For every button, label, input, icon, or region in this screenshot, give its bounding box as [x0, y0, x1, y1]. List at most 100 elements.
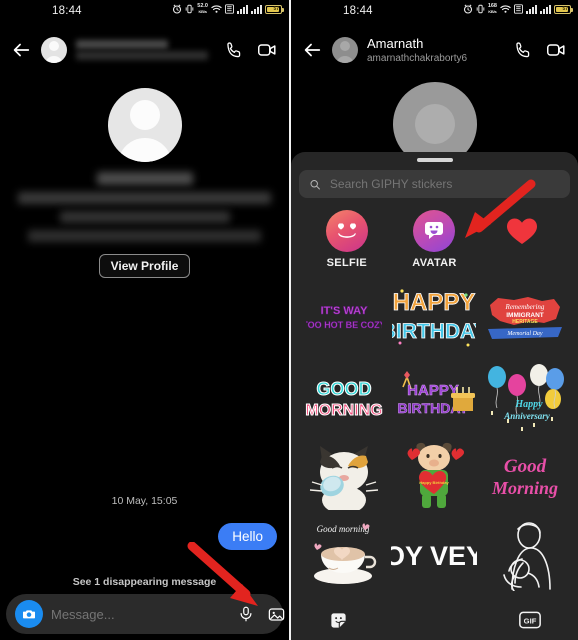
back-arrow-icon[interactable] [10, 39, 32, 61]
sticker-item[interactable] [480, 516, 570, 593]
chat-header: Amarnath amarnathchakraborty6 [291, 26, 578, 74]
message-row-outgoing: Hello [12, 523, 277, 550]
sticker-panel-tabs: GIF [291, 602, 578, 638]
heart-sticker-item[interactable] [478, 210, 566, 251]
signal-icon-1 [237, 4, 248, 14]
oy-vey-sticker: OY VEY [391, 541, 477, 571]
screenshot-comparison: 18:44 52.0 KB/s 57 View Profile 10 May, … [0, 0, 578, 640]
contact-username-redacted [76, 51, 208, 60]
selfie-label: SELFIE [326, 257, 367, 269]
voice-call-button[interactable] [511, 38, 535, 62]
sticker-item[interactable]: IT'S WAY TOO HOT BE COZY [299, 279, 389, 356]
good-morning-coffee-cup-sticker: Good morning [314, 522, 377, 584]
status-bar-clock: 18:44 [52, 5, 82, 17]
happy-birthday-colorful-sticker: HAPPY BIRTHDAY [392, 288, 476, 346]
right-screenshot-panel: 18:44 168 KB/s 57 Amarnath amarnathchakr… [289, 0, 578, 640]
avatar-quick-action[interactable]: AVATAR [391, 210, 479, 269]
back-arrow-icon[interactable] [301, 39, 323, 61]
cat-drinking-sticker [310, 445, 379, 510]
disappearing-message-notice[interactable]: See 1 disappearing message [12, 576, 277, 588]
profile-text-redacted [0, 172, 289, 242]
svg-text:BIRTHDAY: BIRTHDAY [392, 320, 476, 343]
contact-name-block[interactable]: Amarnath amarnathchakraborty6 [367, 36, 502, 64]
sticker-item[interactable]: Remembering IMMIGRANT HERITAGE Memorial … [480, 279, 570, 356]
gif-tab[interactable]: GIF [482, 602, 578, 638]
status-bar-icons: 52.0 KB/s 57 [172, 3, 284, 14]
data-speed-indicator: 168 KB/s [488, 3, 497, 14]
signal-icon-2 [540, 4, 551, 14]
selfie-quick-action[interactable]: SELFIE [303, 210, 391, 269]
contact-name-block[interactable] [76, 40, 213, 60]
svg-text:HAPPY: HAPPY [393, 289, 476, 316]
svg-text:Remembering: Remembering [504, 303, 544, 311]
contact-name: Amarnath [367, 36, 424, 51]
video-call-button[interactable] [544, 38, 568, 62]
heart-sticker-icon [505, 216, 539, 251]
message-input[interactable] [51, 606, 227, 622]
voice-message-button[interactable] [235, 603, 257, 625]
sticker-item[interactable]: Good morning [299, 516, 389, 593]
svg-text:Good morning: Good morning [317, 524, 370, 534]
signal-icon-1 [526, 4, 537, 14]
phone-icon [515, 41, 529, 57]
sticker-item[interactable]: HAPPY BIRTHDAY [389, 358, 479, 435]
sticker-item[interactable]: Happy Anniversary [480, 358, 570, 435]
message-bubble[interactable]: Hello [218, 523, 277, 550]
data-speed-unit: KB/s [198, 9, 207, 14]
svg-text:OY VEY: OY VEY [391, 541, 477, 571]
gallery-button[interactable] [265, 603, 287, 625]
gif-icon: GIF [519, 611, 542, 629]
conversation-area: 10 May, 15:05 Hello See 1 disappearing m… [0, 495, 289, 588]
view-profile-button[interactable]: View Profile [98, 254, 191, 278]
svg-text:Memorial Day: Memorial Day [506, 331, 542, 337]
gif-tab-label: GIF [524, 616, 537, 625]
battery-icon: 57 [265, 4, 284, 14]
vibrate-icon [476, 4, 485, 14]
video-camera-icon [258, 44, 276, 56]
sticker-item[interactable] [299, 437, 389, 514]
avatar[interactable] [332, 37, 358, 63]
sticker-item[interactable]: HAPPY BIRTHDAY [389, 279, 479, 356]
remembering-immigrant-heritage-sticker: Remembering IMMIGRANT HERITAGE Memorial … [487, 296, 562, 339]
its-way-too-hot-to-be-cozy-sticker: IT'S WAY TOO HOT BE COZY [306, 304, 382, 330]
sticker-item[interactable]: OY VEY [389, 516, 479, 593]
svg-text:GOOD: GOOD [317, 379, 372, 399]
sticker-item[interactable]: Good Morning [480, 437, 570, 514]
left-screenshot-panel: 18:44 52.0 KB/s 57 View Profile 10 May, … [0, 0, 289, 640]
camera-button[interactable] [15, 600, 43, 628]
sticker-item[interactable]: GOOD MORNING [299, 358, 389, 435]
profile-name-redacted [96, 172, 193, 185]
sticker-item[interactable]: Happy Birthday [389, 437, 479, 514]
status-bar: 18:44 168 KB/s 57 [291, 0, 578, 26]
vibrate-icon [185, 4, 194, 14]
sticker-search-input[interactable] [329, 177, 560, 191]
contact-name-redacted [76, 40, 168, 49]
profile-avatar[interactable] [107, 88, 182, 162]
sticker-search-bar[interactable] [299, 170, 570, 198]
quick-actions-row: SELFIE AVATAR [299, 210, 570, 269]
status-bar-icons: 168 KB/s 57 [463, 3, 573, 14]
message-timestamp: 10 May, 15:05 [111, 495, 178, 507]
voice-call-button[interactable] [222, 38, 246, 62]
sim-icon [225, 4, 234, 14]
profile-detail-line-1-redacted [18, 192, 271, 204]
svg-text:HERITAGE: HERITAGE [512, 319, 538, 325]
avatar[interactable] [41, 37, 67, 63]
svg-text:Happy Birthday: Happy Birthday [420, 480, 450, 485]
alarm-icon [463, 4, 472, 14]
phone-icon [226, 41, 240, 57]
search-icon [310, 179, 320, 189]
happy-anniversary-balloons-sticker: Happy Anniversary [487, 363, 564, 431]
good-morning-script-sticker: Good Morning [491, 456, 558, 498]
sticker-panel: SELFIE AVATAR [291, 152, 578, 640]
drag-handle[interactable] [416, 158, 453, 162]
video-camera-icon [547, 44, 565, 56]
avatar-face-icon [413, 210, 456, 252]
data-speed-indicator: 52.0 KB/s [197, 3, 208, 14]
battery-icon: 57 [554, 4, 573, 14]
profile-detail-line-3-redacted [28, 230, 261, 242]
sticker-grid: IT'S WAY TOO HOT BE COZY HAPPY BIRTHDAY [299, 279, 570, 593]
svg-text:MORNING: MORNING [305, 402, 382, 419]
sticker-tab[interactable] [291, 602, 387, 638]
video-call-button[interactable] [255, 38, 279, 62]
